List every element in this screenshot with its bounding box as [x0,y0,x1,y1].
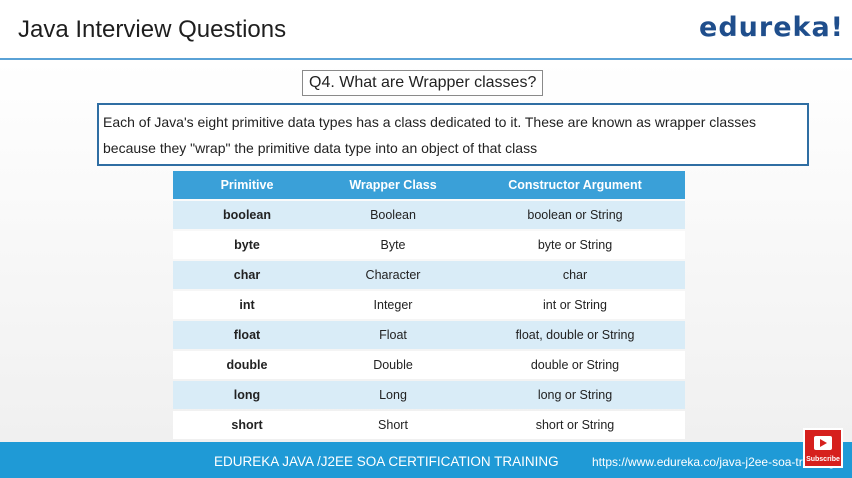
play-icon [814,436,832,450]
wrapper-cell: Character [321,261,465,289]
footer-title: EDUREKA JAVA /J2EE SOA CERTIFICATION TRA… [214,454,559,469]
primitive-cell: float [173,321,321,349]
primitive-cell: boolean [173,201,321,229]
constructor-cell: byte or String [465,231,685,259]
definition-line-2: because they "wrap" the primitive data t… [103,140,538,156]
constructor-cell: boolean or String [465,201,685,229]
wrapper-cell: Integer [321,291,465,319]
footer-bar: EDUREKA JAVA /J2EE SOA CERTIFICATION TRA… [0,442,852,478]
constructor-cell: long or String [465,381,685,409]
primitive-cell: char [173,261,321,289]
wrapper-cell: Boolean [321,201,465,229]
table-row: byte Byte byte or String [173,231,685,259]
primitive-cell: byte [173,231,321,259]
table-row: double Double double or String [173,351,685,379]
wrapper-cell: Double [321,351,465,379]
table-row: float Float float, double or String [173,321,685,349]
wrapper-class-table: Primitive Wrapper Class Constructor Argu… [173,169,685,441]
table-row: char Character char [173,261,685,289]
subscribe-button[interactable]: Subscribe [803,428,843,468]
column-header-constructor-argument: Constructor Argument [465,171,685,199]
table-row: boolean Boolean boolean or String [173,201,685,229]
column-header-primitive: Primitive [173,171,321,199]
wrapper-cell: Float [321,321,465,349]
constructor-cell: short or String [465,411,685,439]
subscribe-label: Subscribe [806,456,840,463]
column-header-wrapper-class: Wrapper Class [321,171,465,199]
header: Java Interview Questions edureka! [0,0,852,60]
table-row: long Long long or String [173,381,685,409]
constructor-cell: float, double or String [465,321,685,349]
wrapper-cell: Byte [321,231,465,259]
table-row: int Integer int or String [173,291,685,319]
constructor-cell: double or String [465,351,685,379]
wrapper-cell: Long [321,381,465,409]
primitive-cell: int [173,291,321,319]
edureka-logo: edureka! [699,12,844,43]
definition-line-1: Each of Java's eight primitive data type… [103,114,756,130]
definition-box: Each of Java's eight primitive data type… [97,103,809,166]
primitive-cell: long [173,381,321,409]
constructor-cell: char [465,261,685,289]
table-row: short Short short or String [173,411,685,439]
constructor-cell: int or String [465,291,685,319]
primitive-cell: short [173,411,321,439]
primitive-cell: double [173,351,321,379]
wrapper-cell: Short [321,411,465,439]
page-title: Java Interview Questions [18,16,287,43]
question-title: Q4. What are Wrapper classes? [302,70,544,96]
footer-url: https://www.edureka.co/java-j2ee-soa-tra… [592,455,835,469]
table-header-row: Primitive Wrapper Class Constructor Argu… [173,171,685,199]
